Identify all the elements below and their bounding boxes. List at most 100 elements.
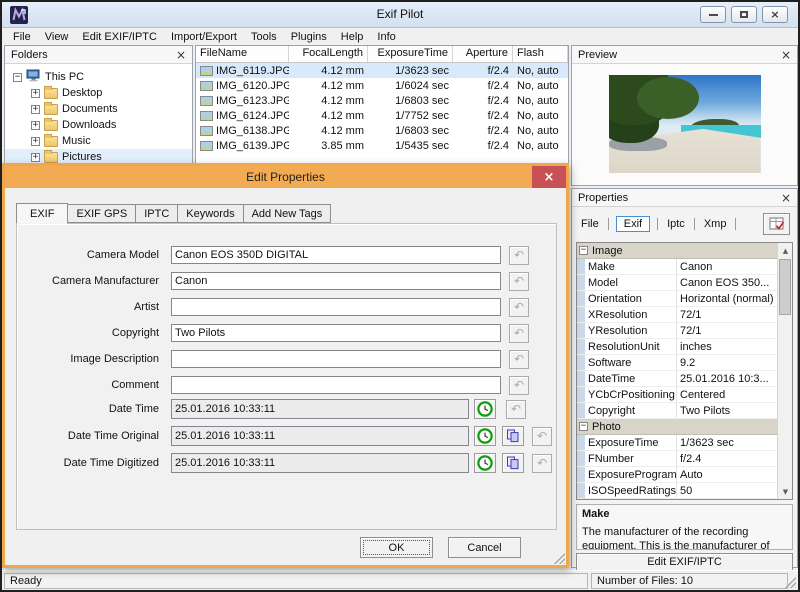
property-row[interactable]: YCbCrPositioningCentered	[577, 387, 777, 403]
preview-close-icon[interactable]: ×	[781, 49, 791, 61]
file-row[interactable]: IMG_6119.JPG 4.12 mm 1/3623 sec f/2.4 No…	[196, 63, 568, 78]
property-row[interactable]: ModelCanon EOS 350...	[577, 275, 777, 291]
tab-add-new-tags[interactable]: Add New Tags	[244, 204, 332, 223]
tab-iptc[interactable]: IPTC	[136, 204, 178, 223]
date-time-original-input[interactable]	[171, 426, 469, 446]
scrollbar[interactable]: ▲ ▼	[777, 243, 792, 499]
tab-xmp[interactable]: Xmp	[702, 217, 729, 231]
set-current-time-button[interactable]	[474, 453, 496, 473]
field-camera-model: Camera Model ↶	[23, 244, 552, 266]
menu-help[interactable]: Help	[334, 30, 371, 44]
undo-button[interactable]: ↶	[509, 246, 529, 265]
menu-tools[interactable]: Tools	[244, 30, 284, 44]
property-row[interactable]: ResolutionUnitinches	[577, 339, 777, 355]
property-row[interactable]: ExposureProgramAuto	[577, 467, 777, 483]
property-row[interactable]: OrientationHorizontal (normal)	[577, 291, 777, 307]
ok-button[interactable]: OK	[360, 537, 433, 558]
file-row[interactable]: IMG_6138.JPG 4.12 mm 1/6803 sec f/2.4 No…	[196, 123, 568, 138]
property-row[interactable]: YResolution72/1	[577, 323, 777, 339]
undo-button[interactable]: ↶	[506, 400, 526, 419]
properties-close-icon[interactable]: ×	[781, 192, 791, 204]
file-row[interactable]: IMG_6120.JPG 4.12 mm 1/6024 sec f/2.4 No…	[196, 78, 568, 93]
undo-button[interactable]: ↶	[509, 298, 529, 317]
copy-date-button[interactable]	[502, 426, 524, 446]
expand-expander-icon[interactable]: +	[31, 121, 40, 130]
camera-model-input[interactable]	[171, 246, 501, 264]
dialog-title-bar[interactable]: Edit Properties ×	[5, 166, 566, 188]
menu-plugins[interactable]: Plugins	[284, 30, 334, 44]
edit-properties-button[interactable]	[763, 213, 790, 235]
undo-button[interactable]: ↶	[509, 376, 529, 395]
tab-exif[interactable]: Exif	[616, 216, 650, 232]
minimize-button[interactable]	[700, 6, 726, 23]
folders-close-icon[interactable]: ×	[176, 49, 186, 61]
tree-item-documents[interactable]: + Documents	[5, 101, 192, 117]
dialog-resize-grip[interactable]	[553, 552, 565, 564]
set-current-time-button[interactable]	[474, 399, 496, 419]
file-row[interactable]: IMG_6139.JPG 3.85 mm 1/5435 sec f/2.4 No…	[196, 138, 568, 153]
dialog-close-button[interactable]: ×	[532, 166, 566, 188]
date-time-digitized-input[interactable]	[171, 453, 469, 473]
scrollbar-thumb[interactable]	[779, 259, 791, 315]
column-header-exposuretime[interactable]: ExposureTime	[368, 46, 453, 62]
menu-info[interactable]: Info	[370, 30, 402, 44]
copyright-input[interactable]	[171, 324, 501, 342]
undo-button[interactable]: ↶	[509, 350, 529, 369]
tree-item-downloads[interactable]: + Downloads	[5, 117, 192, 133]
close-button[interactable]: ×	[762, 6, 788, 23]
property-row[interactable]: CopyrightTwo Pilots	[577, 403, 777, 419]
tab-file[interactable]: File	[579, 217, 601, 231]
column-header-filename[interactable]: FileName	[196, 46, 289, 62]
menu-edit-exif-iptc[interactable]: Edit EXIF/IPTC	[75, 30, 164, 44]
property-row[interactable]: Software9.2	[577, 355, 777, 371]
expand-expander-icon[interactable]: +	[31, 137, 40, 146]
file-row[interactable]: IMG_6124.JPG 4.12 mm 1/7752 sec f/2.4 No…	[196, 108, 568, 123]
undo-button[interactable]: ↶	[532, 427, 552, 446]
collapse-expander-icon[interactable]: −	[13, 73, 22, 82]
property-group-row[interactable]: − Image	[577, 243, 777, 259]
tab-exif[interactable]: EXIF	[16, 203, 68, 224]
tab-keywords[interactable]: Keywords	[178, 204, 243, 223]
column-header-flash[interactable]: Flash	[513, 46, 568, 62]
undo-button[interactable]: ↶	[532, 454, 552, 473]
property-row[interactable]: ISOSpeedRatings50	[577, 483, 777, 499]
property-row[interactable]: DateTime25.01.2016 10:3...	[577, 371, 777, 387]
tree-item-desktop[interactable]: + Desktop	[5, 85, 192, 101]
tab-exif-gps[interactable]: EXIF GPS	[68, 204, 136, 223]
column-header-focallength[interactable]: FocalLength	[289, 46, 368, 62]
scroll-down-icon[interactable]: ▼	[778, 484, 793, 499]
comment-input[interactable]	[171, 376, 501, 394]
artist-input[interactable]	[171, 298, 501, 316]
set-current-time-button[interactable]	[474, 426, 496, 446]
title-bar[interactable]: Exif Pilot ×	[2, 2, 798, 28]
expand-expander-icon[interactable]: +	[31, 89, 40, 98]
expand-expander-icon[interactable]: +	[31, 105, 40, 114]
collapse-expander-icon[interactable]: −	[579, 422, 588, 431]
tree-item-this-pc[interactable]: − This PC	[5, 69, 192, 85]
property-row[interactable]: ExposureTime1/3623 sec	[577, 435, 777, 451]
date-time-input[interactable]	[171, 399, 469, 419]
menu-file[interactable]: File	[6, 30, 38, 44]
property-row[interactable]: XResolution72/1	[577, 307, 777, 323]
maximize-button[interactable]	[731, 6, 757, 23]
tree-item-music[interactable]: + Music	[5, 133, 192, 149]
edit-exif-iptc-button[interactable]: Edit EXIF/IPTC	[576, 553, 793, 571]
undo-button[interactable]: ↶	[509, 324, 529, 343]
file-row[interactable]: IMG_6123.JPG 4.12 mm 1/6803 sec f/2.4 No…	[196, 93, 568, 108]
tab-iptc[interactable]: Iptc	[665, 217, 687, 231]
cancel-button[interactable]: Cancel	[448, 537, 521, 558]
camera-manufacturer-input[interactable]	[171, 272, 501, 290]
undo-button[interactable]: ↶	[509, 272, 529, 291]
property-row[interactable]: MakeCanon	[577, 259, 777, 275]
column-header-aperture[interactable]: Aperture	[453, 46, 513, 62]
menu-view[interactable]: View	[38, 30, 76, 44]
property-row[interactable]: FNumberf/2.4	[577, 451, 777, 467]
image-description-input[interactable]	[171, 350, 501, 368]
collapse-expander-icon[interactable]: −	[579, 246, 588, 255]
expand-expander-icon[interactable]: +	[31, 153, 40, 162]
menu-import-export[interactable]: Import/Export	[164, 30, 244, 44]
scroll-up-icon[interactable]: ▲	[778, 243, 793, 258]
property-group-row[interactable]: − Photo	[577, 419, 777, 435]
copy-date-button[interactable]	[502, 453, 524, 473]
property-row[interactable]: ExifVersion0221	[577, 499, 777, 500]
